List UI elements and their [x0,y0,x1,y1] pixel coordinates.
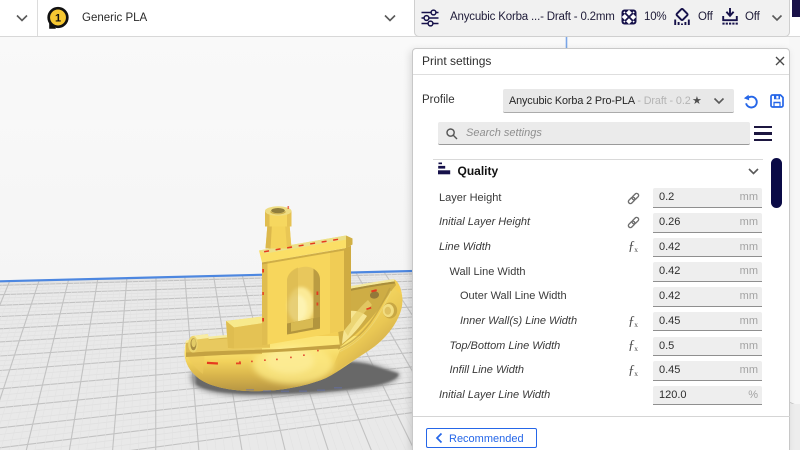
svg-text:1: 1 [55,13,61,25]
